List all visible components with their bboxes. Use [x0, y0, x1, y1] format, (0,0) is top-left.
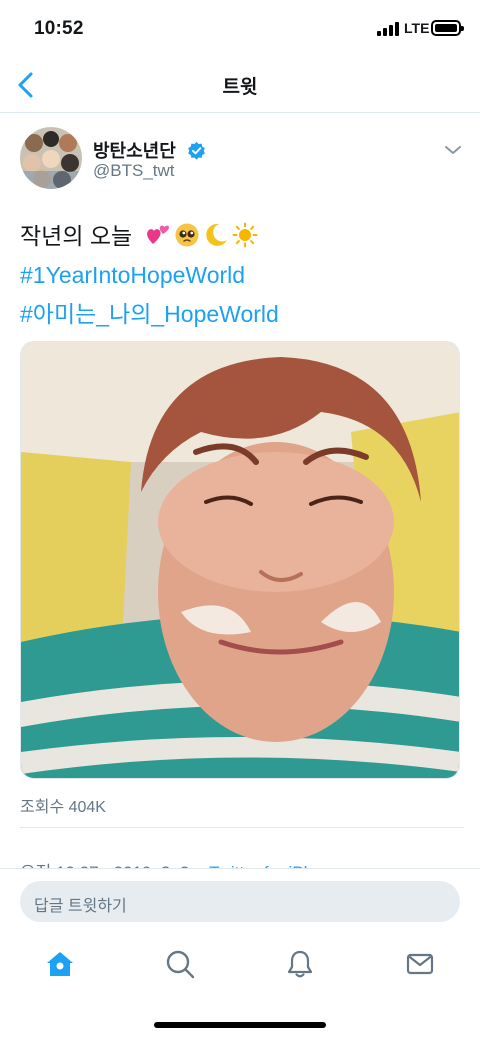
tweet-text-line: 작년의 오늘	[20, 217, 279, 256]
crescent-moon-icon	[205, 223, 227, 246]
verified-badge-icon	[187, 141, 205, 160]
author-name-row[interactable]: 방탄소년단	[93, 137, 206, 163]
tweet-body: 작년의 오늘 #1YearIntoHopeWorld #아미는_나의_HopeW…	[20, 217, 279, 334]
tweet-video[interactable]	[20, 341, 460, 779]
bell-icon	[287, 950, 313, 978]
avatar-image	[20, 127, 82, 189]
tab-notifications[interactable]	[284, 948, 316, 980]
hashtag-link[interactable]: #아미는_나의_HopeWorld	[20, 295, 279, 334]
status-bar: 10:52 LTE	[0, 0, 480, 58]
reply-input[interactable]: 답글 트윗하기	[20, 881, 460, 922]
tab-messages[interactable]	[404, 948, 436, 980]
divider	[20, 827, 464, 828]
home-icon	[47, 952, 73, 976]
tweet-text: 작년의 오늘	[20, 223, 133, 249]
pleading-face-icon	[175, 223, 199, 247]
page-title: 트윗	[222, 77, 258, 98]
signal-icon	[377, 22, 401, 36]
tab-home[interactable]	[44, 948, 76, 980]
hashtag-link[interactable]: #1YearIntoHopeWorld	[20, 256, 279, 295]
avatar[interactable]	[20, 127, 82, 189]
reply-bar: 답글 트윗하기	[0, 868, 480, 934]
two-hearts-icon	[146, 225, 169, 244]
home-indicator	[154, 1022, 326, 1028]
battery-icon	[431, 20, 464, 36]
status-time: 10:52	[34, 18, 84, 39]
search-icon	[166, 950, 195, 979]
video-thumbnail	[21, 342, 459, 778]
chevron-down-icon	[445, 146, 461, 154]
nav-bar: 트윗	[0, 58, 480, 113]
view-count: 조회수 404K	[20, 799, 106, 816]
author-handle[interactable]: @BTS_twt	[93, 161, 175, 181]
more-options-button[interactable]	[442, 141, 464, 159]
network-label: LTE	[404, 20, 430, 36]
sun-icon	[232, 222, 258, 248]
mail-icon	[406, 953, 434, 975]
tab-search[interactable]	[164, 948, 196, 980]
author-display-name: 방탄소년단	[93, 141, 176, 161]
